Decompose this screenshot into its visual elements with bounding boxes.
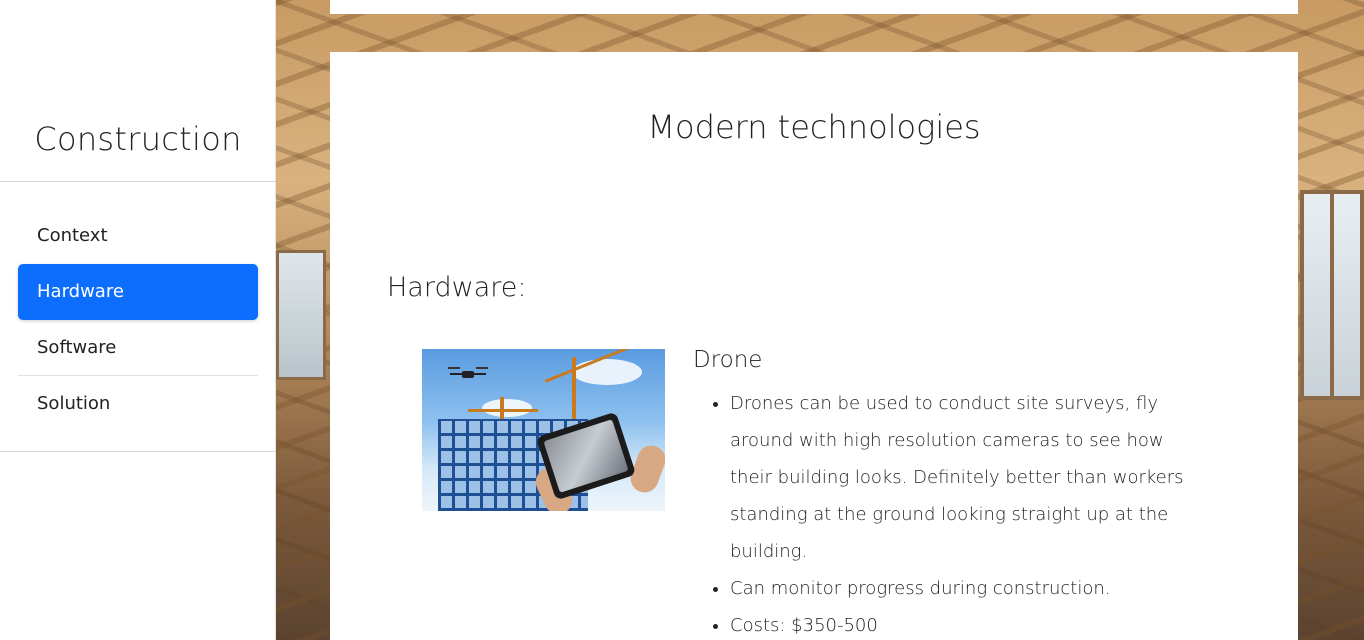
item-bullet-list: Drones can be used to conduct site surve… [730, 385, 1190, 640]
list-item: Drones can be used to conduct site surve… [730, 385, 1190, 570]
sidebar-item-solution[interactable]: Solution [18, 376, 258, 432]
drone-image [422, 349, 665, 511]
sidebar-item-hardware[interactable]: Hardware [18, 264, 258, 320]
cloud [572, 359, 642, 385]
sidebar: Construction Context Hardware Software S… [0, 0, 276, 640]
section-title: Hardware: [387, 272, 527, 303]
sidebar-brand[interactable]: Construction [0, 120, 276, 158]
background-window-left [276, 250, 326, 380]
page-title: Modern technologies [647, 108, 981, 146]
sidebar-divider [0, 181, 276, 182]
sidebar-nav-divider [0, 451, 276, 452]
sidebar-item-context[interactable]: Context [18, 208, 258, 264]
item-title: Drone [693, 347, 763, 373]
sidebar-nav: Context Hardware Software Solution [18, 208, 258, 432]
list-item: Costs: $350-500 [730, 607, 1190, 640]
background-window-right [1300, 190, 1364, 400]
cloud [482, 399, 532, 417]
drone-icon [448, 365, 488, 383]
crane-jib [468, 409, 538, 412]
content-card: Modern technologies Hardware: Drone Dron… [330, 52, 1298, 640]
top-card [330, 0, 1298, 14]
sidebar-item-software[interactable]: Software [18, 320, 258, 376]
list-item: Can monitor progress during construction… [730, 570, 1190, 607]
